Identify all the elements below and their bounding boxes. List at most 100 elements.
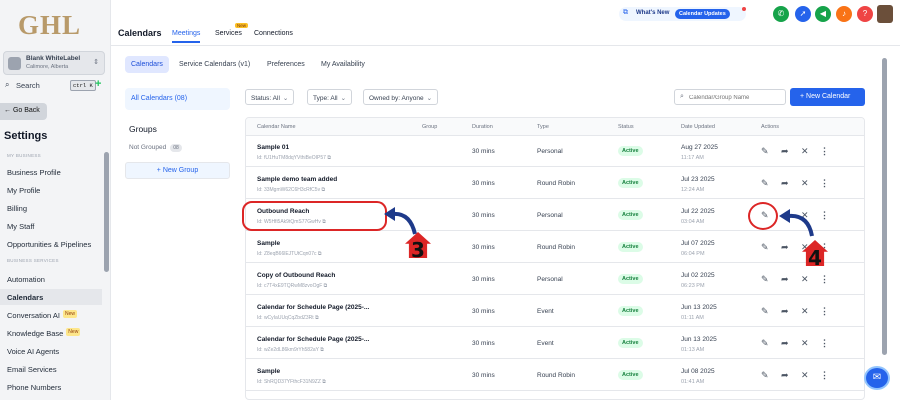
bell-icon[interactable]: ♪ bbox=[836, 6, 852, 22]
calendar-id[interactable]: Id: wZe2dL86km9rYh582aY ⧉ bbox=[257, 347, 324, 353]
go-back-button[interactable]: ← Go Back bbox=[0, 103, 47, 120]
settings-tools-icon[interactable]: ✕ bbox=[801, 274, 809, 285]
sidebar-item-automation[interactable]: Automation bbox=[0, 271, 102, 287]
calendar-name[interactable]: Sample 01 bbox=[257, 144, 289, 151]
edit-pencil-icon[interactable]: ✎ bbox=[761, 274, 769, 285]
calendar-id[interactable]: Id: ShRQD37YFthcF31N9ZZ ⧉ bbox=[257, 379, 326, 385]
sidebar-item-my-profile[interactable]: My Profile bbox=[0, 182, 102, 198]
edit-pencil-icon[interactable]: ✎ bbox=[761, 178, 769, 189]
share-icon[interactable]: ➦ bbox=[781, 370, 789, 381]
edit-pencil-icon[interactable]: ✎ bbox=[761, 338, 769, 349]
help-icon[interactable]: ? bbox=[857, 6, 873, 22]
share-icon[interactable]: ➦ bbox=[781, 146, 789, 157]
sidebar-item-calendars[interactable]: Calendars bbox=[0, 289, 102, 305]
chevron-down-icon: ⌄ bbox=[282, 95, 289, 102]
new-calendar-button[interactable]: + New Calendar bbox=[790, 88, 865, 106]
calendar-updates-pill[interactable]: Calendar Updates bbox=[675, 9, 730, 19]
sidebar-item-voice-ai-agents[interactable]: Voice AI Agents bbox=[0, 343, 102, 359]
sidebar-item-conversation-ai[interactable]: Conversation AI New bbox=[0, 307, 102, 323]
calendar-name[interactable]: Sample demo team added bbox=[257, 176, 337, 183]
calendar-id[interactable]: Id: Z8eqB66lEJTUtCqn07c ⧉ bbox=[257, 251, 321, 257]
tab-meetings[interactable]: Meetings bbox=[172, 30, 201, 43]
table-row[interactable]: Calendar for Schedule Page (2025-... Id: … bbox=[246, 296, 864, 327]
calendar-id[interactable]: Id: fU1HuTM8dqYVthiBeOIP57 ⧉ bbox=[257, 155, 331, 161]
column-calendar-name: Calendar Name bbox=[257, 124, 296, 130]
settings-tools-icon[interactable]: ✕ bbox=[801, 178, 809, 189]
profile-avatar[interactable] bbox=[877, 5, 893, 23]
status-filter[interactable]: Status: All ⌄ bbox=[245, 89, 295, 105]
sidebar-search[interactable]: ⌕ Search ctrl K + bbox=[3, 78, 105, 92]
date-updated: Jul 23 2025 bbox=[681, 176, 715, 183]
sidebar-item-knowledge-base[interactable]: Knowledge Base New bbox=[0, 325, 102, 341]
go-back-label: Go Back bbox=[12, 107, 40, 114]
type-filter[interactable]: Type: All ⌄ bbox=[307, 89, 353, 105]
calendar-id[interactable]: Id: c7T4xE9TQRwM8zvoOgF ⧉ bbox=[257, 283, 327, 289]
calendar-name[interactable]: Sample bbox=[257, 240, 280, 247]
account-switcher[interactable]: Blank WhiteLabel Calimore, Alberta ⇕ bbox=[3, 51, 105, 75]
more-options-icon[interactable]: ⋮ bbox=[820, 274, 829, 285]
not-grouped-item[interactable]: Not Grouped 08 bbox=[129, 144, 182, 152]
edit-pencil-icon[interactable]: ✎ bbox=[761, 306, 769, 317]
share-icon[interactable]: ➦ bbox=[781, 338, 789, 349]
phone-icon[interactable]: ✆ bbox=[773, 6, 789, 22]
subtab-preferences[interactable]: Preferences bbox=[267, 61, 305, 68]
share-icon[interactable]: ➦ bbox=[781, 306, 789, 317]
date-updated: Jun 13 2025 bbox=[681, 336, 717, 343]
owner-filter[interactable]: Owned by: Anyone ⌄ bbox=[363, 89, 439, 105]
calendar-name[interactable]: Sample bbox=[257, 368, 280, 375]
calendar-search-input[interactable] bbox=[689, 92, 781, 103]
groups-heading: Groups bbox=[129, 124, 157, 134]
sidebar-item-billing[interactable]: Billing bbox=[0, 200, 102, 216]
sidebar-item-email-services[interactable]: Email Services bbox=[0, 361, 102, 377]
table-row[interactable]: Copy of Outbound Reach Id: c7T4xE9TQRwM8z… bbox=[246, 264, 864, 295]
calendar-duration: 30 mins bbox=[472, 244, 495, 251]
tab-connections[interactable]: Connections bbox=[254, 30, 293, 37]
edit-pencil-icon[interactable]: ✎ bbox=[761, 242, 769, 253]
more-options-icon[interactable]: ⋮ bbox=[820, 146, 829, 157]
more-options-icon[interactable]: ⋮ bbox=[820, 178, 829, 189]
chat-widget-icon[interactable]: ✉ bbox=[864, 366, 890, 390]
table-row[interactable]: Sample 01 Id: fU1HuTM8dqYVthiBeOIP57 ⧉ 30 … bbox=[246, 136, 864, 167]
table-row[interactable]: Sample Id: ShRQD37YFthcF31N9ZZ ⧉ 30 mins Ro… bbox=[246, 360, 864, 391]
calendar-id[interactable]: Id: 33MgmW62C6H3cRfC5v ⧉ bbox=[257, 187, 325, 193]
status-badge: Active bbox=[618, 274, 643, 284]
share-icon[interactable]: ➦ bbox=[781, 274, 789, 285]
settings-tools-icon[interactable]: ✕ bbox=[801, 146, 809, 157]
main-scrollbar[interactable] bbox=[882, 58, 887, 355]
sidebar-item-business-profile[interactable]: Business Profile bbox=[0, 164, 102, 180]
calendar-name[interactable]: Copy of Outbound Reach bbox=[257, 272, 335, 279]
settings-tools-icon[interactable]: ✕ bbox=[801, 306, 809, 317]
sidebar-item-phone-numbers[interactable]: Phone Numbers bbox=[0, 379, 102, 395]
sidebar-item-my-staff[interactable]: My Staff bbox=[0, 218, 102, 234]
tab-services[interactable]: Services bbox=[215, 30, 242, 37]
whats-new-banner[interactable]: ⧉ What's New Calendar Updates bbox=[619, 7, 746, 21]
new-group-button[interactable]: + New Group bbox=[125, 162, 230, 179]
subtab-service-calendars[interactable]: Service Calendars (v1) bbox=[179, 61, 250, 68]
edit-pencil-icon[interactable]: ✎ bbox=[761, 370, 769, 381]
calendars-table: Calendar Name Group Duration Type Status… bbox=[245, 117, 865, 400]
column-type: Type bbox=[537, 124, 549, 130]
table-row[interactable]: Calendar for Schedule Page (2025-... Id: … bbox=[246, 328, 864, 359]
megaphone-icon[interactable]: ◀ bbox=[815, 6, 831, 22]
table-row[interactable]: Sample demo team added Id: 33MgmW62C6H3cR… bbox=[246, 168, 864, 199]
calendar-name[interactable]: Calendar for Schedule Page (2025-... bbox=[257, 336, 369, 343]
calendar-duration: 30 mins bbox=[472, 212, 495, 219]
quick-add-icon[interactable]: + bbox=[95, 78, 101, 90]
more-options-icon[interactable]: ⋮ bbox=[820, 306, 829, 317]
settings-tools-icon[interactable]: ✕ bbox=[801, 338, 809, 349]
more-options-icon[interactable]: ⋮ bbox=[820, 370, 829, 381]
calendar-name[interactable]: Calendar for Schedule Page (2025-... bbox=[257, 304, 369, 311]
all-calendars-item[interactable]: All Calendars (08) bbox=[125, 88, 230, 110]
sidebar-scrollbar[interactable] bbox=[104, 152, 109, 272]
logo: GHL bbox=[18, 10, 82, 40]
rocket-icon[interactable]: ➚ bbox=[795, 6, 811, 22]
subtab-calendars[interactable]: Calendars bbox=[125, 56, 169, 73]
share-icon[interactable]: ➦ bbox=[781, 242, 789, 253]
share-icon[interactable]: ➦ bbox=[781, 178, 789, 189]
edit-pencil-icon[interactable]: ✎ bbox=[761, 146, 769, 157]
more-options-icon[interactable]: ⋮ bbox=[820, 338, 829, 349]
sidebar-item-opportunities[interactable]: Opportunities & Pipelines bbox=[0, 236, 102, 252]
calendar-id[interactable]: Id: wCyIaUUqCqZbdZ3Rt ⧉ bbox=[257, 315, 319, 321]
subtab-my-availability[interactable]: My Availability bbox=[321, 61, 365, 68]
settings-tools-icon[interactable]: ✕ bbox=[801, 370, 809, 381]
